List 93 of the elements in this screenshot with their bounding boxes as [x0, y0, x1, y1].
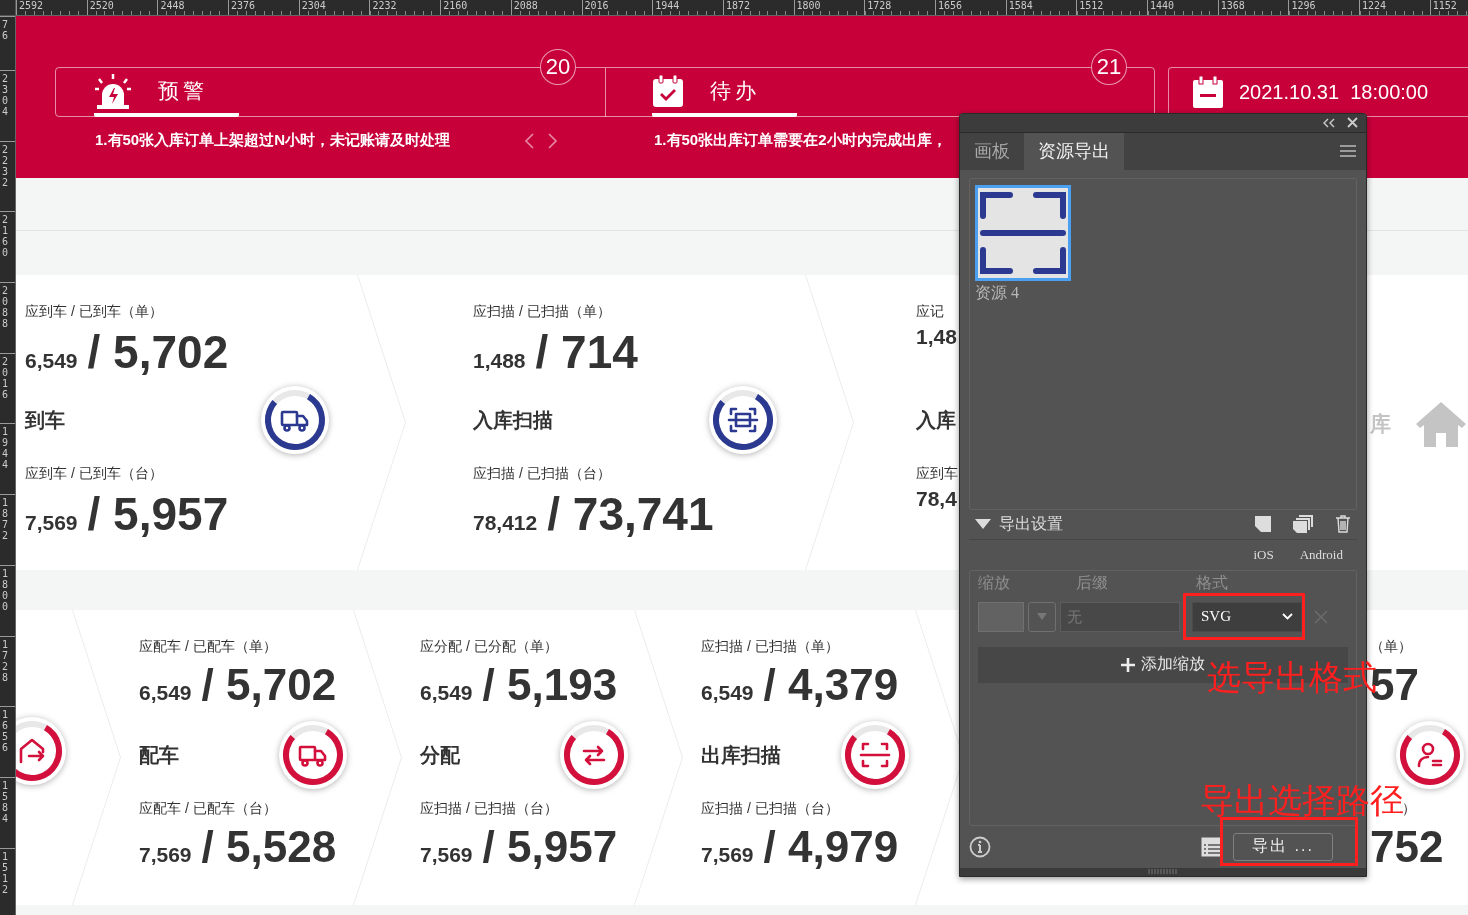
metric-total: / 5,193 [482, 660, 618, 710]
metric-label: 应到车 / 已到车（单） [25, 303, 163, 321]
column-header: 缩放 [978, 573, 1011, 594]
metric-total: 752 [1370, 822, 1444, 872]
notice-message: 1.有50张出库订单需要在2小时内完成出库， [654, 131, 947, 150]
ruler-label: 2232 [2, 143, 10, 188]
metric-label: 应分配 / 已分配（单） [420, 638, 558, 656]
menu-icon[interactable] [1340, 145, 1356, 158]
ruler-label: 76 [2, 19, 10, 41]
column-header: 后缀 [1076, 573, 1109, 594]
ruler-label: 2304 [2, 73, 10, 117]
metric-label: 应扫描 / 已扫描（台） [473, 465, 611, 483]
metric-count: 6,549 [701, 681, 754, 705]
scale-field[interactable] [978, 601, 1024, 632]
metric-count: 1,488 [473, 349, 526, 373]
ruler-label: 1872 [2, 497, 10, 542]
collapse-icon[interactable] [1323, 117, 1335, 128]
stack-icon[interactable] [1293, 515, 1313, 534]
ruler-label: 1944 [2, 426, 10, 471]
preset-button[interactable]: Android [1299, 546, 1343, 563]
ruler-label: 2160 [2, 214, 10, 259]
notice-tab[interactable]: 预警 [94, 68, 239, 117]
ruler-label: 1584 [2, 779, 10, 824]
ruler-label: 2088 [2, 285, 10, 330]
metric-title: 库 [1370, 411, 1391, 437]
ruler-label: 1656 [2, 709, 10, 754]
metric-label: 应记 [916, 303, 944, 321]
metric-total: / 5,528 [201, 822, 337, 872]
list-icon[interactable] [1201, 836, 1223, 857]
metric-title: 入库扫描 [473, 407, 553, 433]
panel-tab[interactable]: 资源导出 [1024, 132, 1124, 170]
ruler-label: 2016 [2, 355, 10, 400]
trash-icon[interactable] [1335, 515, 1351, 534]
metric-count: 6,549 [420, 681, 473, 705]
metric-label: 应扫描 / 已扫描（台） [701, 800, 839, 818]
metric-title: 分配 [420, 742, 460, 768]
ruler-label: 1728 [2, 638, 10, 683]
metric-label: 应配车 / 已配车（台） [139, 800, 277, 818]
calendar-icon [1193, 76, 1223, 108]
metric-total: / 5,957 [87, 487, 229, 541]
metric-label: （单） [1370, 638, 1412, 656]
caret-down-icon [1037, 613, 1047, 621]
alarm-icon [94, 72, 132, 109]
asset-thumbnail[interactable] [975, 184, 1071, 281]
preset-button[interactable]: iOS [1253, 546, 1274, 563]
house-icon [1414, 400, 1468, 448]
ruler-label: 1800 [2, 567, 10, 612]
metric-label: 应到车 / 已到车（台） [25, 465, 163, 483]
metric-label: 应扫描 / 已扫描（单） [473, 303, 611, 321]
metric-total: / 5,957 [482, 822, 618, 872]
metric-title: 到车 [25, 407, 65, 433]
metric-count: 7,569 [139, 843, 192, 867]
metric-count: 7,569 [420, 843, 473, 867]
metric-total: / 73,741 [547, 487, 714, 541]
metric-count: 6,549 [25, 349, 78, 373]
plus-icon [1121, 657, 1135, 672]
ruler-label: 1512 [2, 850, 10, 895]
chevron-down-icon [1282, 613, 1293, 621]
metric-count: 78,412 [473, 511, 538, 535]
metric-total: / 4,379 [763, 660, 899, 710]
metric-label: 应扫描 / 已扫描（台） [420, 800, 558, 818]
calendar-check-icon [652, 73, 684, 108]
resize-grip-icon[interactable] [1148, 869, 1178, 875]
metric-label: 应到车 [916, 465, 958, 483]
info-icon[interactable] [969, 835, 991, 858]
disclosure-triangle-icon[interactable] [975, 519, 991, 530]
page-icon[interactable] [1255, 516, 1271, 533]
metric-total: / 5,702 [201, 660, 337, 710]
close-icon[interactable] [1347, 117, 1358, 129]
notice-tab[interactable]: 待办 [652, 68, 797, 117]
metric-count: 7,569 [25, 511, 78, 535]
metric-label: ） [1402, 800, 1416, 816]
metric-label: 应配车 / 已配车（单） [139, 638, 277, 656]
metric-total: / 4,979 [763, 822, 899, 872]
count-badge: 21 [1091, 49, 1127, 85]
metric-total: / 5,702 [87, 325, 229, 379]
metric-count: 6,549 [139, 681, 192, 705]
metric-count: 1,48 [916, 325, 957, 349]
metric-count: 7,569 [701, 843, 754, 867]
column-header: 格式 [1196, 573, 1229, 594]
metric-total: / 714 [535, 325, 638, 379]
metric-title: 入库 [916, 407, 956, 433]
export-button[interactable]: 导出 ... [1233, 832, 1333, 861]
panel-tab[interactable]: 画板 [960, 132, 1024, 170]
asset-label: 资源 4 [975, 282, 1020, 303]
count-badge: 20 [540, 49, 576, 85]
metric-count: 78,4 [916, 487, 957, 511]
date-time: 2021.10.31 18:00:00 [1239, 80, 1429, 104]
metric-title: 出库扫描 [701, 742, 781, 768]
notice-message: 1.有50张入库订单上架超过N小时，未记账请及时处理 [95, 131, 451, 150]
section-title: 导出设置 [999, 513, 1064, 534]
metric-label: 应扫描 / 已扫描（单） [701, 638, 839, 656]
metric-title: 配车 [139, 742, 179, 768]
